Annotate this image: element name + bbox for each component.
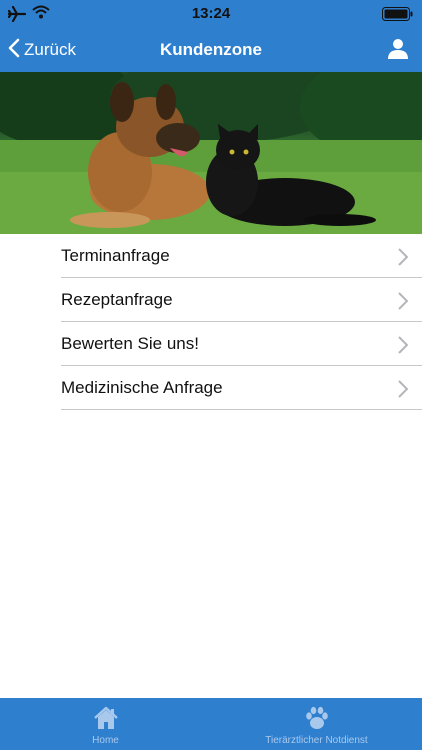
dog-and-cat-photo (0, 72, 422, 234)
menu-item-label: Bewerten Sie uns! (61, 334, 199, 353)
menu-item-label: Terminanfrage (61, 246, 170, 265)
hero-image (0, 72, 422, 234)
chevron-right-icon (398, 248, 409, 271)
status-time: 13:24 (191, 5, 231, 22)
page-title: Kundenzone (160, 40, 262, 59)
tab-home-label: Home (92, 735, 119, 746)
person-icon (388, 39, 408, 64)
tab-home[interactable]: Home (0, 698, 211, 750)
menu-item-terminanfrage[interactable]: Terminanfrage (61, 234, 422, 278)
chevron-right-icon (398, 380, 409, 403)
menu-list: Terminanfrage Rezeptanfrage Bewerten Sie… (0, 234, 422, 410)
tab-notdienst-label: Tierärztlicher Notdienst (265, 735, 368, 746)
chevron-right-icon (398, 336, 409, 359)
profile-button[interactable] (388, 38, 408, 65)
menu-item-medizinische-anfrage[interactable]: Medizinische Anfrage (61, 366, 422, 410)
tab-notdienst[interactable]: Tierärztlicher Notdienst (211, 698, 422, 750)
tab-bar: Home Tierärztlicher Notdienst (0, 698, 422, 750)
menu-item-label: Rezeptanfrage (61, 290, 173, 309)
menu-item-label: Medizinische Anfrage (61, 378, 223, 397)
battery-icon (382, 7, 414, 26)
status-bar: 13:24 (0, 0, 422, 28)
chevron-right-icon (398, 292, 409, 315)
menu-item-bewerten[interactable]: Bewerten Sie uns! (61, 322, 422, 366)
navigation-bar: Zurück Kundenzone (0, 28, 422, 72)
paw-icon (304, 705, 330, 736)
home-icon (93, 705, 119, 736)
menu-item-rezeptanfrage[interactable]: Rezeptanfrage (61, 278, 422, 322)
